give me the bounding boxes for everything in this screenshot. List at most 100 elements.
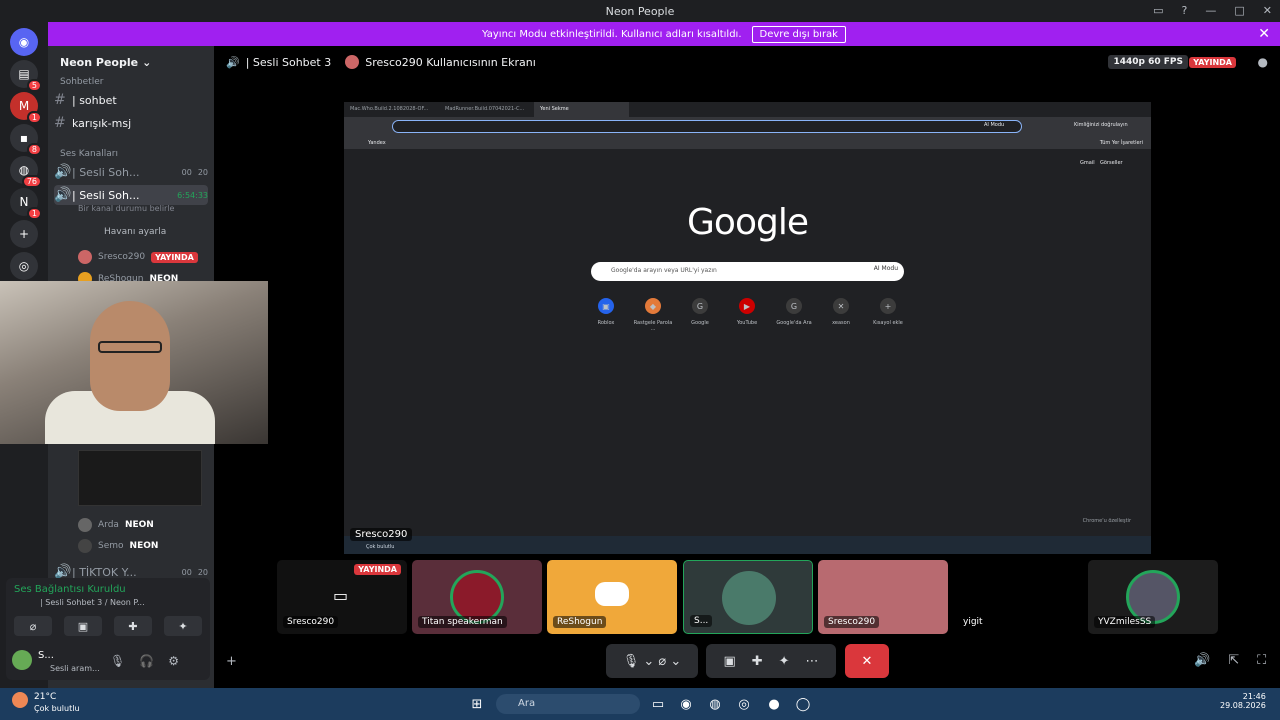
help-icon[interactable]: ? xyxy=(1182,4,1188,17)
category-voice[interactable]: Ses Kanalları xyxy=(60,149,118,159)
discover-icon[interactable]: ◎ xyxy=(10,252,38,280)
obs-icon[interactable]: ● xyxy=(764,694,784,714)
shortcut[interactable]: ▶ YouTube xyxy=(727,298,767,326)
browser-toolbar: AI Modu Kimliğinizi doğrulayın xyxy=(344,117,1151,137)
channel-sohbet[interactable]: # | sohbet xyxy=(54,90,208,110)
member-row[interactable]: Semo NEON xyxy=(78,537,158,555)
headphones-icon[interactable]: 🎧 xyxy=(139,654,154,668)
weather-desc[interactable]: Çok bulutlu xyxy=(34,704,80,713)
whatsapp-icon[interactable]: ◯ xyxy=(793,694,813,714)
server-icon-3[interactable]: ▪ 8 xyxy=(10,124,42,156)
steam-icon[interactable]: ◎ xyxy=(734,694,754,714)
chat-bubble-icon[interactable]: ● xyxy=(1258,55,1268,69)
server-icon-4[interactable]: ◍ 76 xyxy=(10,156,42,188)
shortcut[interactable]: + Kısayol ekle xyxy=(868,298,908,326)
invite-user-icon[interactable]: + xyxy=(226,654,237,669)
shortcut[interactable]: G Google xyxy=(680,298,720,326)
voice-channel-2[interactable]: 🔊 | Sesli Soh... 6:54:33 xyxy=(54,185,208,205)
close-icon[interactable]: ✕ xyxy=(1263,4,1272,17)
voice-status[interactable]: Bir kanal durumu belirle xyxy=(78,204,174,213)
weather-temp[interactable]: 21°C xyxy=(34,692,56,702)
participant-tile[interactable]: YAYINDA ▭ Sresco290 xyxy=(277,560,407,634)
discord-taskbar-icon[interactable]: ◍ xyxy=(705,694,725,714)
channel-karisik[interactable]: # karışık-msj xyxy=(54,113,208,133)
windows-start-icon[interactable]: ⊞ xyxy=(467,694,487,714)
member-name: Arda xyxy=(98,520,119,530)
more-options-icon[interactable]: ⋯ xyxy=(806,654,819,669)
activities-icon[interactable]: ✚ xyxy=(752,654,763,669)
shortcut[interactable]: ◆ Rastgele Parola ... xyxy=(633,298,673,332)
browser-tab[interactable]: Mac.Who.Build.2.1082028-OF... xyxy=(344,102,439,117)
connection-status: Ses Bağlantısı Kuruldu xyxy=(14,584,126,595)
verify-identity-chip[interactable]: Kimliğinizi doğrulayın xyxy=(1074,122,1128,128)
disconnect-button[interactable]: ✕ xyxy=(845,644,889,678)
shortcut[interactable]: ▣ Roblox xyxy=(586,298,626,326)
shortcut[interactable]: ✕ xeason xyxy=(821,298,861,326)
add-server-icon[interactable]: + xyxy=(10,220,38,248)
participant-tile[interactable]: YVZmilesSS xyxy=(1088,560,1218,634)
server-icon-2[interactable]: M1 xyxy=(10,92,42,124)
server-icon-1[interactable]: ▤ 5 xyxy=(10,60,42,92)
clock-time: 21:46 xyxy=(1242,692,1266,701)
connection-channel[interactable]: | Sesli Sohbet 3 / Neon P... xyxy=(40,598,145,607)
camera-off-icon[interactable]: ⌀ xyxy=(658,654,666,669)
pop-out-icon[interactable]: ⇱ xyxy=(1228,653,1239,668)
clock[interactable]: 21:46 29.08.2026 xyxy=(1220,692,1266,710)
voice-channel-2-time: 6:54:33 xyxy=(177,190,208,200)
streamed-weather-desc: Çok bulutlu xyxy=(366,544,395,550)
screen-share-icon[interactable]: ▣ xyxy=(64,616,102,636)
member-row[interactable]: Sresco290 YAYINDA xyxy=(78,248,198,266)
browser-tab[interactable]: Yeni Sekme xyxy=(534,102,629,117)
soundboard-icon[interactable]: ✦ xyxy=(779,654,790,669)
address-bar[interactable] xyxy=(392,120,1022,133)
mute-control[interactable]: 🎙 ⌄ ⌀ ⌄ xyxy=(606,644,698,678)
close-banner-icon[interactable]: ✕ xyxy=(1258,26,1270,42)
images-link[interactable]: Görseller xyxy=(1100,160,1123,166)
shortcut[interactable]: G Google'da Ara xyxy=(774,298,814,326)
participant-tile[interactable]: S... xyxy=(683,560,813,634)
gmail-link[interactable]: Gmail xyxy=(1080,160,1095,166)
channel-sohbet-label: | sohbet xyxy=(72,93,117,107)
browser-tab[interactable]: MadRunner.Build.07042021-C... xyxy=(439,102,534,117)
disable-streamer-mode-button[interactable]: Devre dışı bırak xyxy=(751,25,846,43)
set-avatar-button[interactable]: Havanı ayarla xyxy=(104,227,166,237)
user-avatar[interactable] xyxy=(12,650,32,670)
browser-tabs: Mac.Who.Build.2.1082028-OF... MadRunner.… xyxy=(344,102,1151,117)
participant-tile[interactable]: ReShogun xyxy=(547,560,677,634)
customize-chrome[interactable]: Chrome'u özelleştir xyxy=(1083,518,1131,524)
member-row[interactable]: Arda NEON xyxy=(78,516,154,534)
inbox-icon[interactable]: ▭ xyxy=(1153,4,1163,17)
minimize-icon[interactable]: — xyxy=(1205,4,1216,17)
stream-preview-thumbnail[interactable] xyxy=(78,450,202,506)
task-view-icon[interactable]: ▭ xyxy=(648,694,668,714)
edge-icon[interactable]: ◉ xyxy=(676,694,696,714)
server-header[interactable]: Neon People ⌄ xyxy=(48,46,214,78)
google-search-box[interactable]: Google'da arayın veya URL'yi yazın AI Mo… xyxy=(591,262,904,281)
discord-home-icon[interactable]: ◉ xyxy=(10,28,38,56)
bookmark-item[interactable]: Yandex xyxy=(368,140,386,146)
soundboard-icon[interactable]: ✦ xyxy=(164,616,202,636)
category-text[interactable]: Sohbetler xyxy=(60,77,103,87)
microphone-icon[interactable]: 🎙 xyxy=(110,654,125,668)
screen-share-icon[interactable]: ▣ xyxy=(723,654,735,669)
microphone-icon[interactable]: 🎙 xyxy=(623,654,640,669)
search-placeholder: Google'da arayın veya URL'yi yazın xyxy=(611,267,717,274)
voice-channel-1[interactable]: 🔊 | Sesli Soh... 00 20 xyxy=(54,162,208,182)
ai-mode-button[interactable]: AI Modu xyxy=(874,265,898,272)
participant-tile[interactable]: Sresco290 xyxy=(818,560,948,634)
volume-icon[interactable]: 🔊 xyxy=(1194,653,1210,668)
maximize-icon[interactable]: □ xyxy=(1234,4,1244,17)
server-icon-neon[interactable]: N1 xyxy=(10,188,42,220)
participant-tile[interactable]: Titan speakerman xyxy=(412,560,542,634)
ai-mode-chip[interactable]: AI Modu xyxy=(984,122,1004,128)
member-tag: NEON xyxy=(124,520,154,530)
stream-owner-label: Sresco290 xyxy=(350,528,413,541)
settings-gear-icon[interactable]: ⚙ xyxy=(168,654,179,668)
activities-icon[interactable]: ✚ xyxy=(114,616,152,636)
fullscreen-icon[interactable]: ⛶ xyxy=(1257,653,1266,668)
camera-off-icon[interactable]: ⌀ xyxy=(14,616,52,636)
all-bookmarks[interactable]: Tüm Yer İşaretleri xyxy=(1100,140,1143,146)
screen-share-video[interactable]: Mac.Who.Build.2.1082028-OF... MadRunner.… xyxy=(344,102,1151,554)
taskbar-search[interactable]: Ara xyxy=(496,694,640,714)
participant-tile[interactable]: yigit xyxy=(953,560,1083,634)
